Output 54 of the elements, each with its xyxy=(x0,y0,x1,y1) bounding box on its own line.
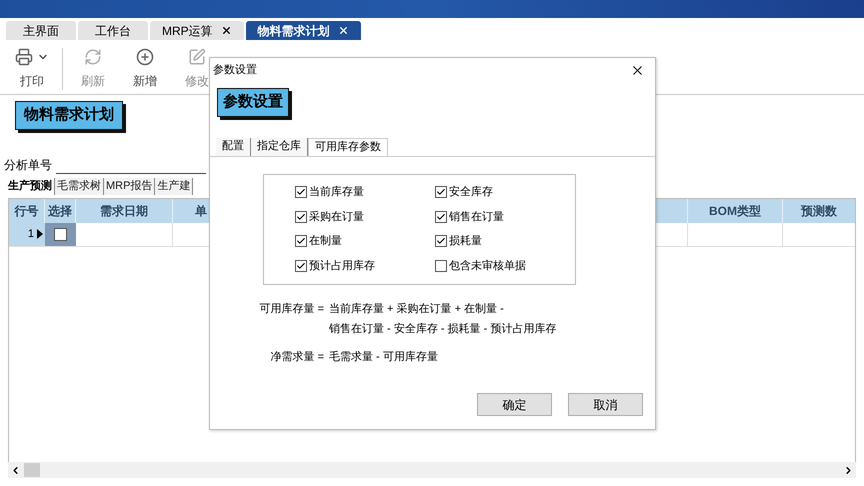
edit-icon xyxy=(188,48,206,66)
formula-line: 毛需求量 - 可用库存量 xyxy=(329,350,439,364)
sub-tab[interactable]: 生产建 xyxy=(155,178,194,195)
checkbox-option[interactable]: 在制量 xyxy=(295,233,435,250)
column-header: 行号 xyxy=(14,202,38,220)
column-header: 预测数 xyxy=(801,202,837,220)
field-label: 分析单号 xyxy=(4,156,52,174)
toolbar-button[interactable]: 新增 xyxy=(119,48,171,94)
checkbox[interactable] xyxy=(295,210,307,223)
formula-term: 可用库存量 = xyxy=(258,302,324,316)
column-header: 需求日期 xyxy=(100,202,148,220)
checkbox[interactable] xyxy=(435,235,447,248)
dialog-title: 参数设置 xyxy=(213,62,257,78)
column-header: BOM类型 xyxy=(709,202,761,220)
tab[interactable]: 物料需求计划 xyxy=(246,21,361,40)
refresh-icon xyxy=(84,48,102,66)
toolbar-button[interactable]: 打印 xyxy=(6,48,58,94)
row-number: 1 xyxy=(28,226,34,242)
checkbox[interactable] xyxy=(295,186,307,198)
close-icon[interactable] xyxy=(338,25,349,36)
checkbox-option[interactable]: 当前库存量 xyxy=(295,184,435,200)
add-icon xyxy=(136,48,154,66)
dialog-tab[interactable]: 指定仓库 xyxy=(251,138,308,156)
checkbox[interactable] xyxy=(54,228,67,240)
sub-tab[interactable]: 生产预测 xyxy=(6,178,55,195)
sub-tab[interactable]: 毛需求树 xyxy=(55,178,104,195)
close-icon[interactable] xyxy=(220,25,232,36)
dialog-tab[interactable]: 配置 xyxy=(216,138,251,156)
checkbox-option[interactable]: 包含未审核单据 xyxy=(435,258,575,274)
tab[interactable]: 工作台 xyxy=(78,21,148,40)
tab[interactable]: 主界面 xyxy=(6,21,76,40)
column-header: 选择 xyxy=(48,202,72,220)
checkbox[interactable] xyxy=(435,210,447,223)
dialog-button[interactable]: 取消 xyxy=(568,393,643,416)
formula-line: 销售在订量 - 安全库存 - 损耗量 - 预计占用库存 xyxy=(329,322,558,336)
formula-term: 净需求量 = xyxy=(270,350,324,364)
dialog-tab[interactable]: 可用库存参数 xyxy=(308,138,388,156)
scroll-thumb[interactable] xyxy=(24,463,40,477)
checkbox[interactable] xyxy=(295,260,307,272)
sub-tab[interactable]: MRP报告 xyxy=(104,178,156,195)
dialog-button[interactable]: 确定 xyxy=(477,393,552,416)
checkbox[interactable] xyxy=(295,235,307,248)
checkbox[interactable] xyxy=(435,260,447,272)
checkbox-option[interactable]: 销售在订量 xyxy=(435,208,575,225)
checkbox-option[interactable]: 采购在订量 xyxy=(295,208,435,225)
checkbox-option[interactable]: 安全库存 xyxy=(435,184,575,200)
checkbox[interactable] xyxy=(435,186,447,198)
tab[interactable]: MRP运算 xyxy=(150,21,244,40)
formula-line: 当前库存量 + 采购在订量 + 在制量 - xyxy=(329,302,505,316)
checkbox-option[interactable]: 预计占用库存 xyxy=(295,258,435,274)
column-header: 单 xyxy=(195,202,207,220)
checkbox-option[interactable]: 损耗量 xyxy=(435,233,575,250)
printer-icon xyxy=(15,48,33,66)
horizontal-scrollbar[interactable] xyxy=(8,462,856,478)
